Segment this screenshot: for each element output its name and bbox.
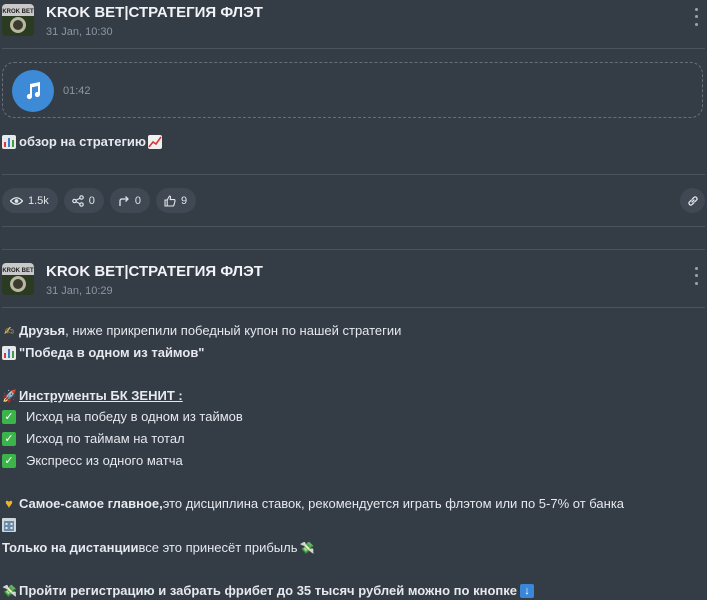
- bar-chart-icon: [2, 345, 16, 360]
- divider: [2, 48, 705, 49]
- check-mark-icon: ✓: [2, 453, 16, 468]
- channel-avatar[interactable]: KROK BET: [2, 4, 34, 36]
- like-button[interactable]: 9: [156, 188, 197, 213]
- channel-avatar[interactable]: KROK BET: [2, 263, 34, 295]
- thumbs-up-icon: [164, 194, 176, 207]
- bank-building-icon: [2, 518, 16, 532]
- post-text-line: ✓ Экспресс из одного матча: [2, 453, 183, 468]
- post-text-line: Только на дистанции все это принесёт при…: [2, 540, 315, 555]
- likes-count: 9: [181, 194, 188, 207]
- bar-chart-icon: [2, 134, 16, 149]
- forward-count: 0: [134, 194, 142, 207]
- views-count: 1.5k: [28, 194, 49, 207]
- post-text-line: ✓ Исход по таймам на тотал: [2, 431, 185, 446]
- copy-link-button[interactable]: [680, 188, 705, 213]
- share-button[interactable]: 0: [63, 188, 104, 213]
- eye-icon: [10, 196, 23, 205]
- post-text-line: "Победа в одном из таймов": [2, 345, 204, 360]
- post-date: 31 Jan, 10:30: [46, 26, 113, 38]
- post-stats: 1.5k 0 0 9: [2, 188, 197, 214]
- more-options-button[interactable]: [689, 6, 703, 28]
- channel-name[interactable]: KROK BET|СТРАТЕГИЯ ФЛЭТ: [46, 4, 263, 21]
- forward-arrow-icon: [119, 195, 129, 206]
- share-count: 0: [88, 194, 95, 207]
- post-header: KROK BET KROK BET|СТРАТЕГИЯ ФЛЭТ 31 Jan,…: [0, 259, 707, 309]
- share-icon: [71, 194, 84, 207]
- post-text-line: 🚀 Инструменты БК ЗЕНИТ :: [2, 388, 183, 403]
- forward-button[interactable]: 0: [109, 188, 151, 213]
- yellow-heart-icon: ♥: [5, 495, 13, 511]
- link-icon: [687, 195, 698, 206]
- writing-hand-icon: ✍: [3, 323, 15, 338]
- post-text-line: ♥ Самое-самое главное, это дисциплина ст…: [2, 496, 624, 511]
- avatar-label: KROK BET: [2, 9, 34, 15]
- views-counter[interactable]: 1.5k: [2, 188, 58, 213]
- post-text-line: ✍ Друзья, ниже прикрепили победный купон…: [3, 323, 402, 338]
- divider: [2, 226, 705, 227]
- down-arrow-icon: ↓: [519, 583, 534, 598]
- audio-duration: 01:42: [63, 85, 91, 97]
- check-mark-icon: ✓: [2, 409, 16, 424]
- divider: [2, 174, 705, 175]
- post-text-line: 💸 Пройти регистрацию и забрать фрибет до…: [2, 583, 537, 598]
- play-audio-button[interactable]: [12, 70, 54, 112]
- post-caption: обзор на стратегию: [2, 134, 165, 149]
- money-with-wings-icon: 💸: [2, 583, 17, 598]
- post-text-line: ✓ Исход на победу в одном из таймов: [2, 409, 243, 424]
- more-options-button[interactable]: [689, 265, 703, 287]
- audio-player: 01:42: [2, 62, 703, 118]
- channel-name[interactable]: KROK BET|СТРАТЕГИЯ ФЛЭТ: [46, 263, 263, 280]
- check-mark-icon: ✓: [2, 431, 16, 446]
- divider: [2, 307, 705, 308]
- money-with-wings-icon: 💸: [299, 540, 315, 555]
- avatar-label: KROK BET: [2, 268, 34, 274]
- post-text-line: [2, 518, 19, 532]
- post-header: KROK BET KROK BET|СТРАТЕГИЯ ФЛЭТ 31 Jan,…: [0, 0, 707, 50]
- music-note-icon: [26, 82, 41, 100]
- divider: [2, 249, 705, 250]
- chart-increasing-icon: [148, 134, 162, 149]
- rocket-icon: 🚀: [2, 388, 17, 403]
- post-date: 31 Jan, 10:29: [46, 285, 113, 297]
